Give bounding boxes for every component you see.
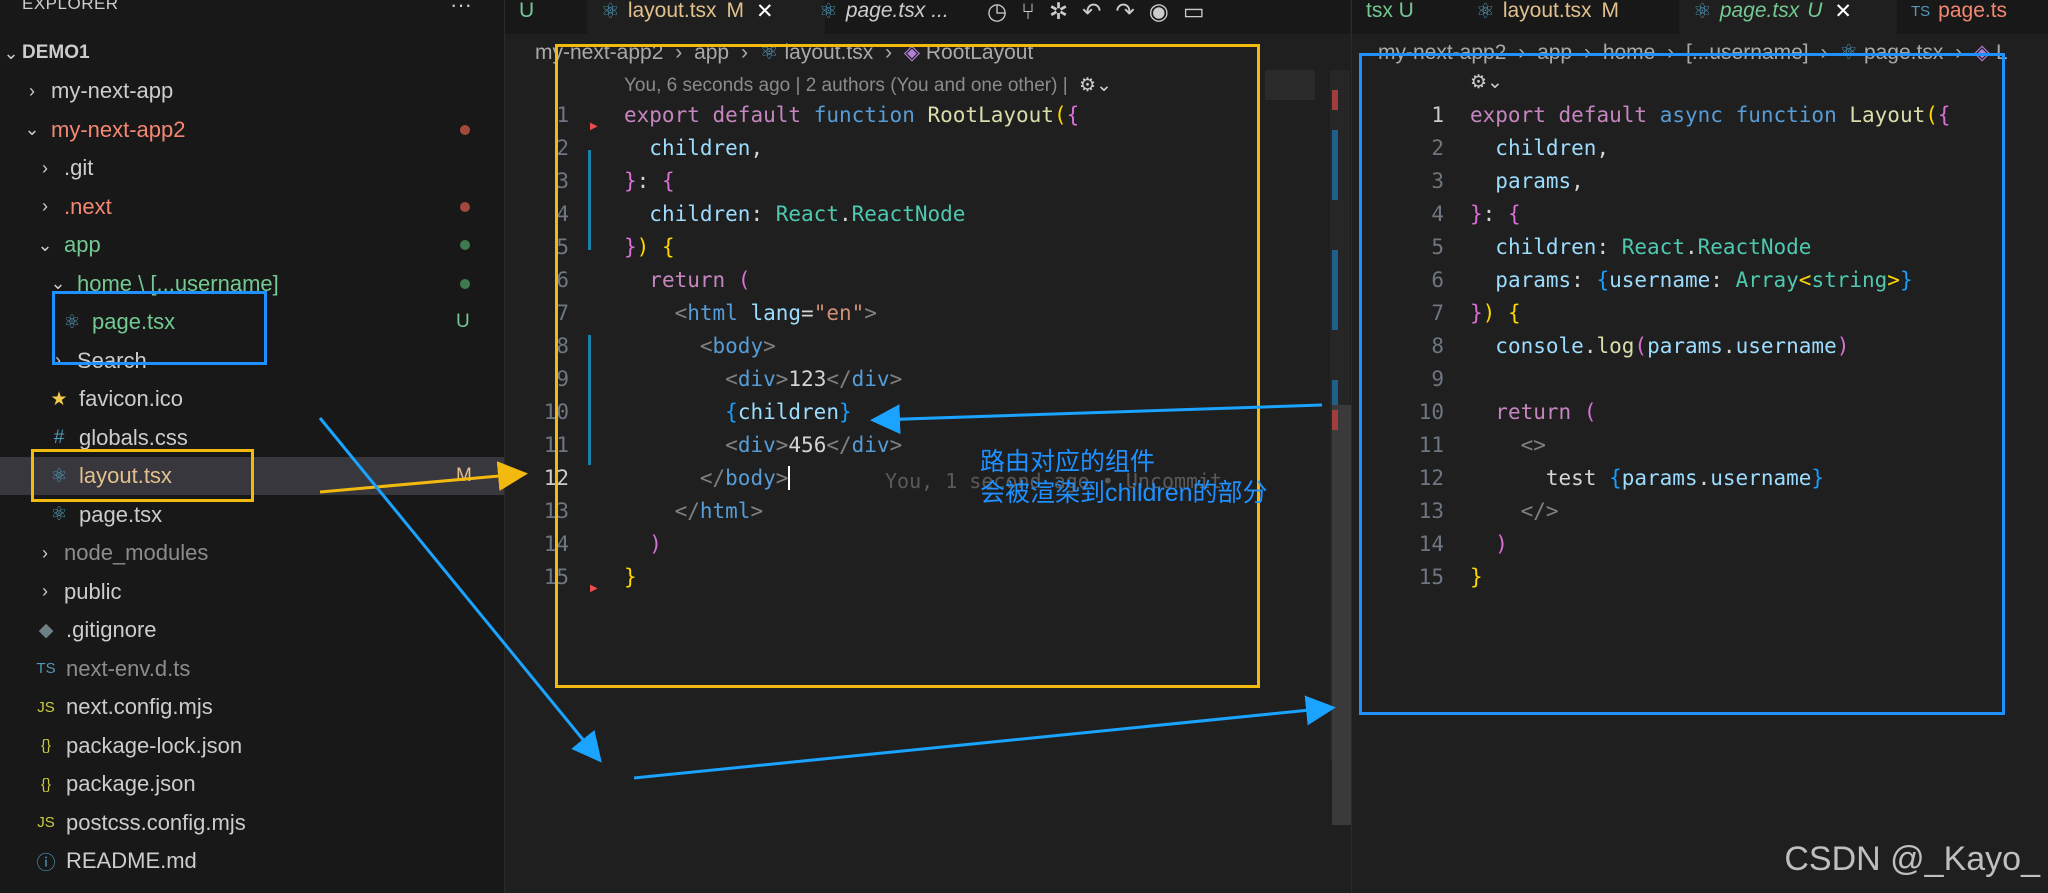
blue-arrow-down — [318, 417, 602, 763]
annotation-arrows — [318, 403, 1336, 780]
blue-arrow-right — [633, 695, 1336, 780]
watermark: CSDN @_Kayo_ — [1784, 840, 2040, 878]
yellow-arrow — [319, 461, 528, 494]
blue-arrow-children — [870, 403, 1323, 435]
